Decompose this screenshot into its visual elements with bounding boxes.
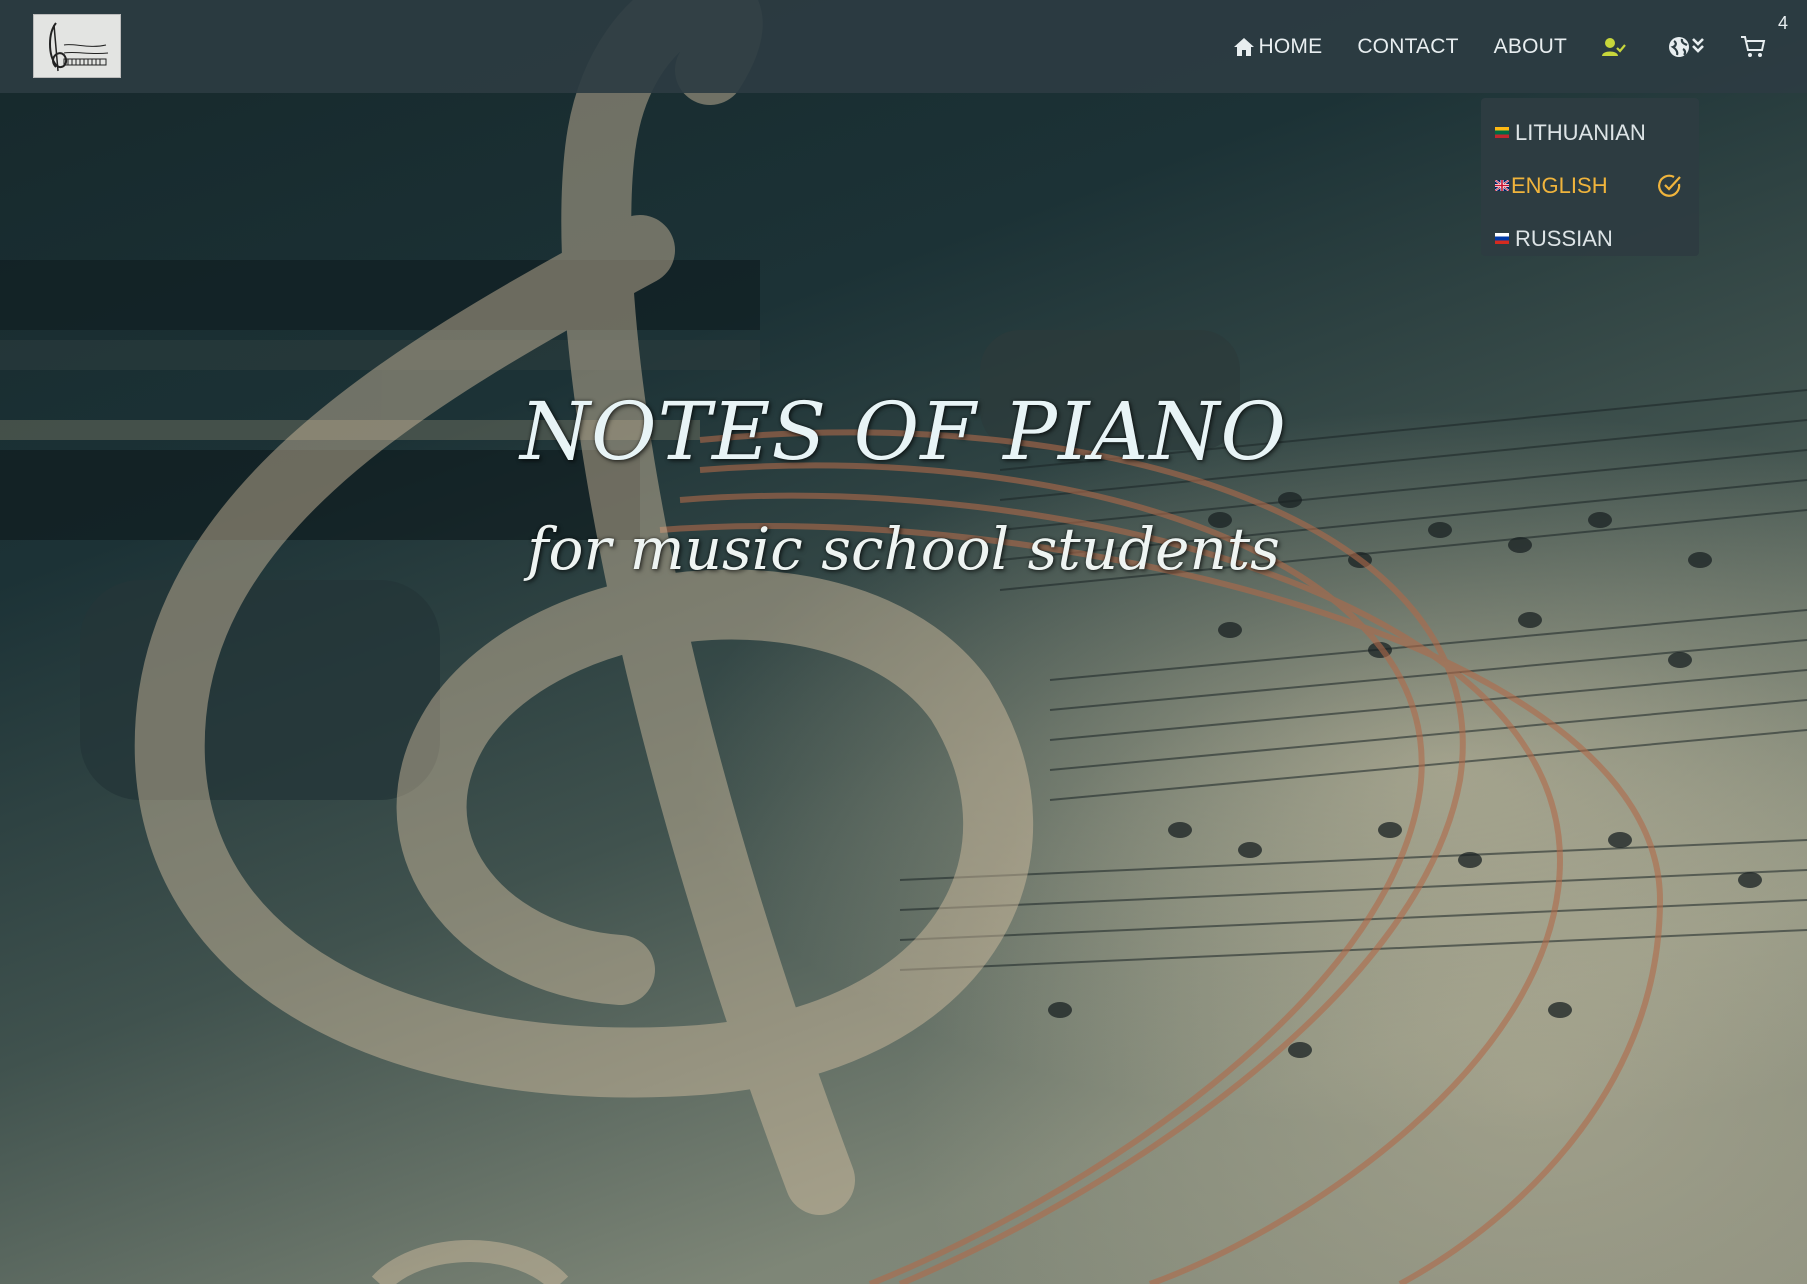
cart-button[interactable]: 4 bbox=[1740, 13, 1788, 59]
nav-contact-label: CONTACT bbox=[1357, 34, 1459, 58]
lt-flag-icon bbox=[1495, 127, 1509, 138]
home-icon bbox=[1233, 37, 1254, 56]
logo-image bbox=[49, 22, 109, 72]
nav-links: HOME CONTACT ABOUT 4 bbox=[1233, 0, 1807, 93]
language-dropdown-menu: LITHUANIAN ENGLISH RUSSIAN bbox=[1481, 98, 1699, 256]
hero-subtitle: for music school students bbox=[527, 515, 1280, 583]
cart-icon bbox=[1741, 35, 1766, 57]
cart-count-badge: 4 bbox=[1777, 12, 1788, 33]
nav-contact-link[interactable]: CONTACT bbox=[1357, 35, 1458, 59]
page: HOME CONTACT ABOUT 4 LITHUANIAN ENGLISH … bbox=[0, 0, 1807, 1284]
language-option-russian[interactable]: RUSSIAN bbox=[1481, 212, 1699, 265]
nav-home-link[interactable]: HOME bbox=[1233, 35, 1323, 59]
language-option-label: LITHUANIAN bbox=[1515, 119, 1646, 145]
language-option-label: RUSSIAN bbox=[1515, 225, 1613, 251]
nav-home-label: HOME bbox=[1258, 34, 1323, 58]
language-option-label: ENGLISH bbox=[1511, 172, 1608, 198]
nav-about-link[interactable]: ABOUT bbox=[1494, 35, 1567, 59]
user-account-button[interactable] bbox=[1602, 37, 1626, 57]
top-navbar: HOME CONTACT ABOUT 4 bbox=[0, 0, 1807, 93]
globe-icon bbox=[1669, 36, 1704, 57]
language-option-english[interactable]: ENGLISH bbox=[1481, 159, 1699, 212]
language-option-lithuanian[interactable]: LITHUANIAN bbox=[1481, 106, 1699, 159]
selected-check-icon bbox=[1658, 174, 1681, 197]
language-toggle-button[interactable] bbox=[1668, 35, 1708, 59]
ru-flag-icon bbox=[1495, 233, 1509, 244]
user-check-icon bbox=[1602, 37, 1626, 56]
gb-flag-icon bbox=[1495, 180, 1509, 191]
site-logo[interactable] bbox=[33, 14, 121, 78]
nav-about-label: ABOUT bbox=[1493, 34, 1567, 58]
hero-title: NOTES OF PIANO bbox=[520, 385, 1287, 478]
